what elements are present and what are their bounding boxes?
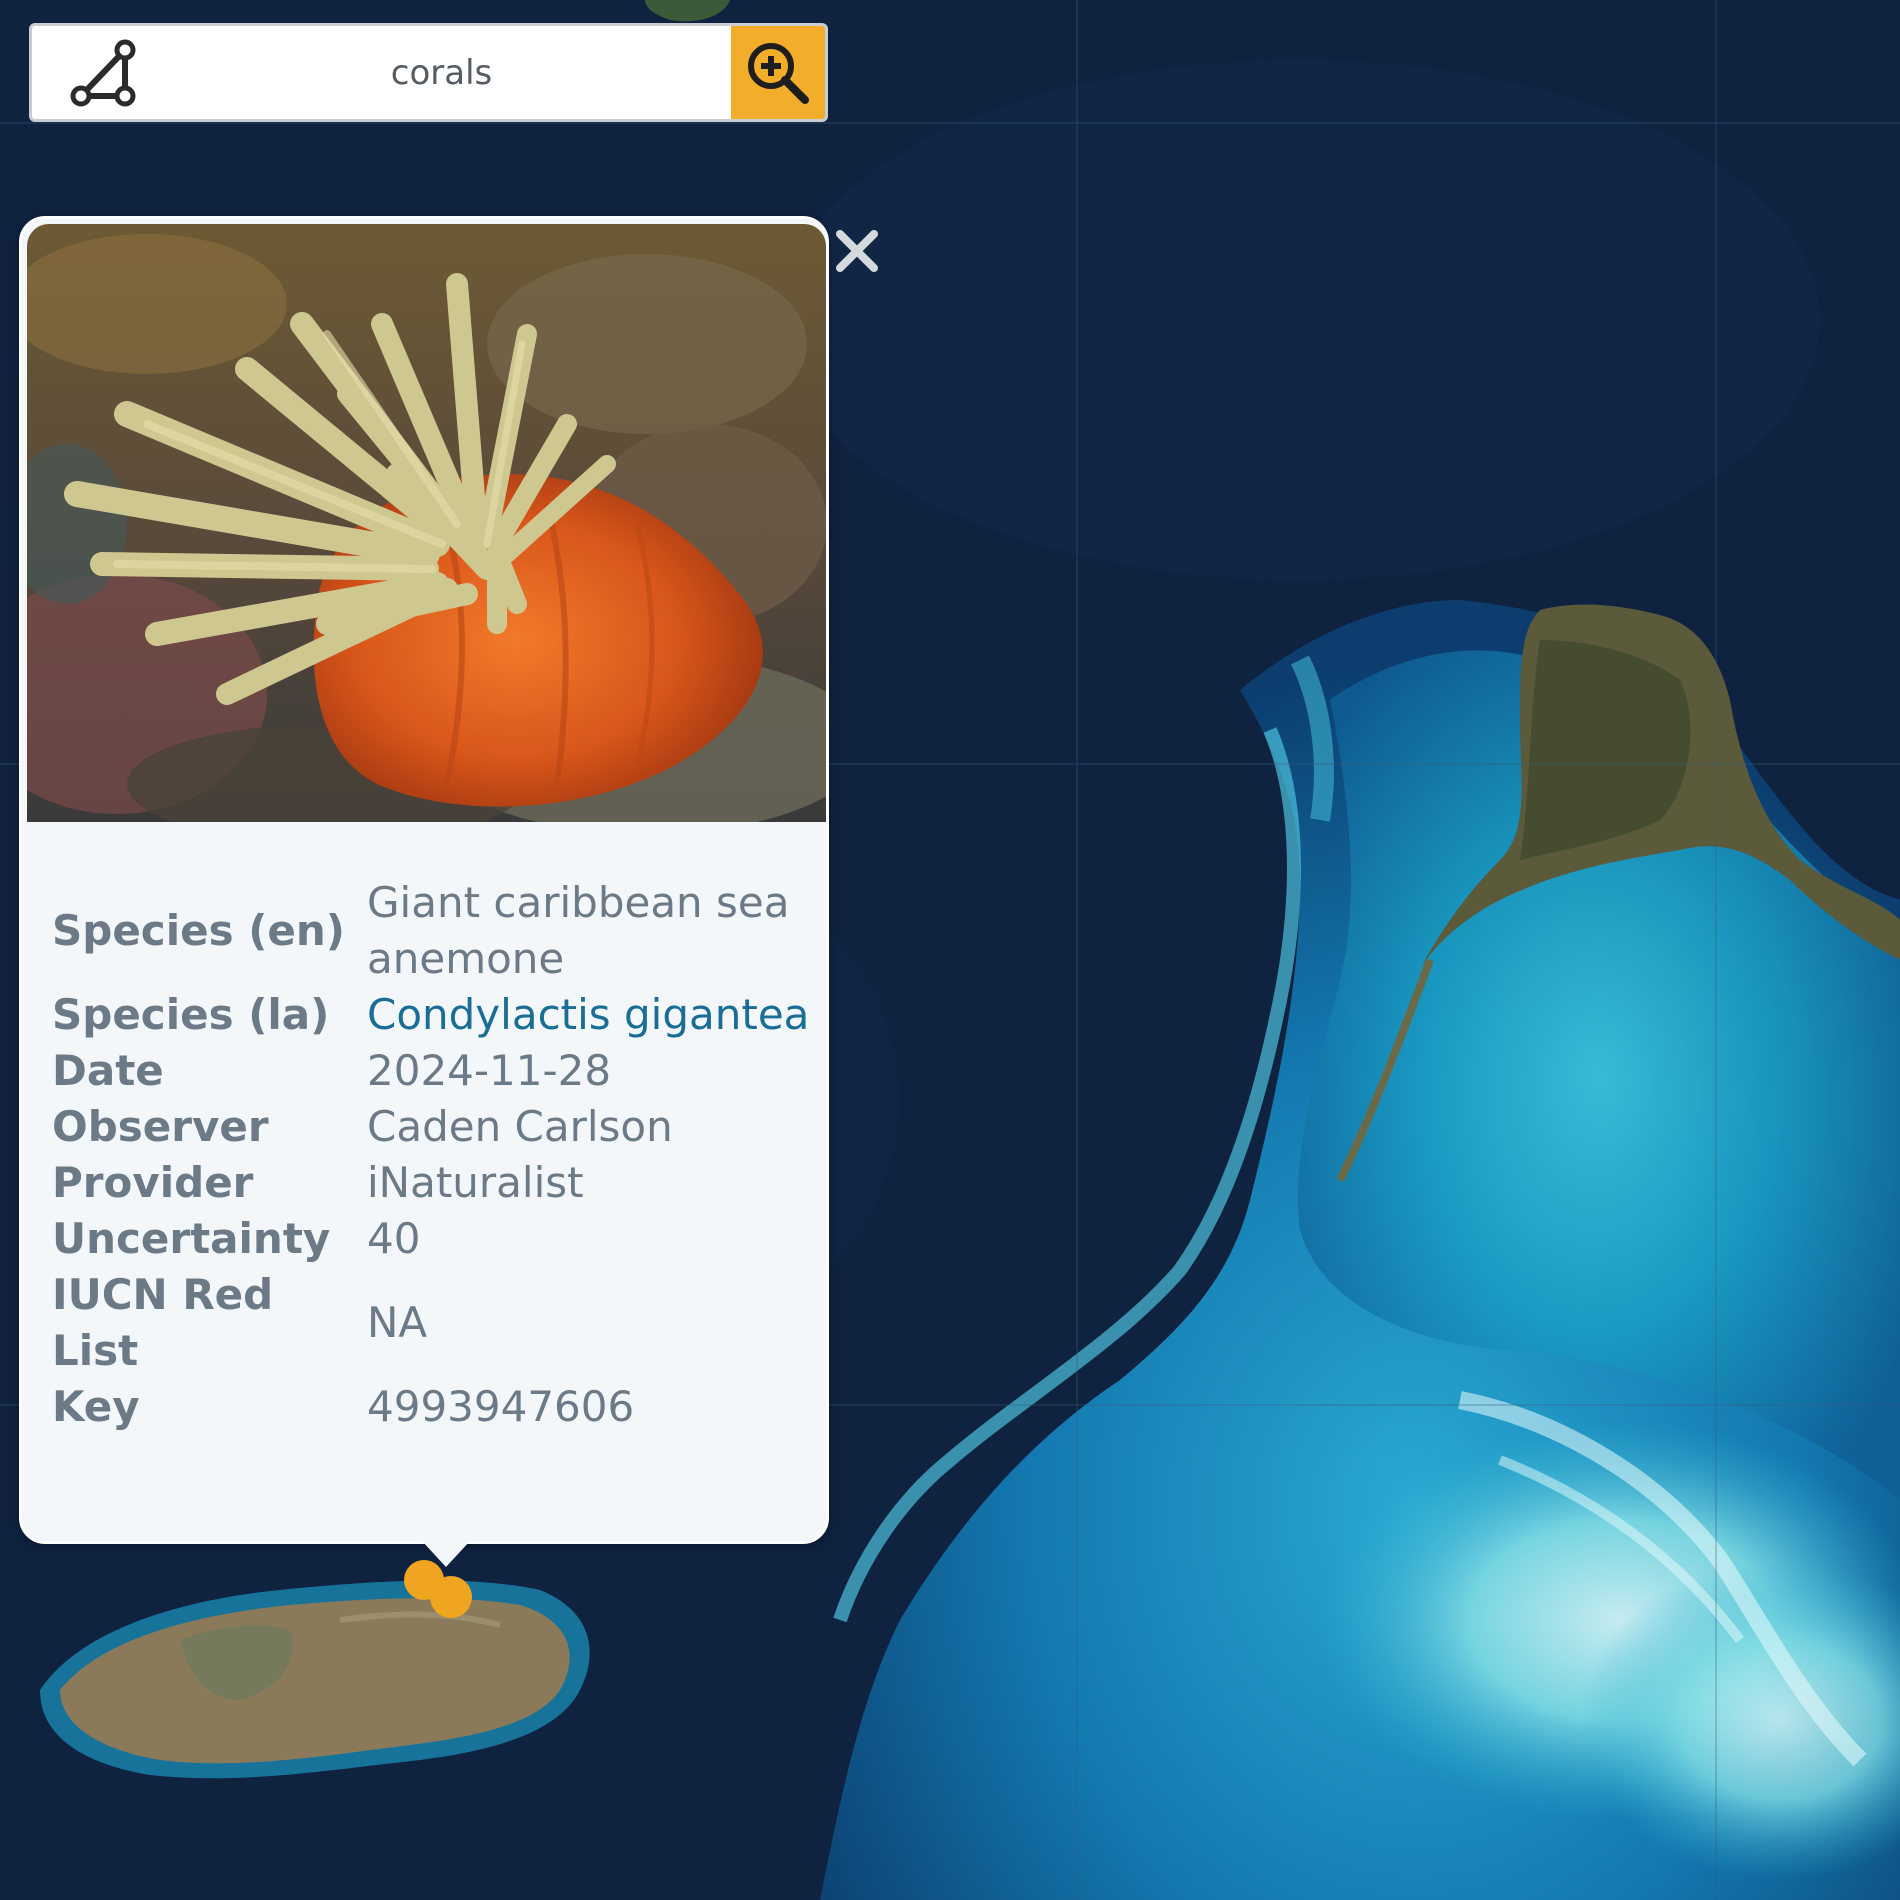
label-iucn: IUCN Red List [52,1270,274,1375]
close-popup-button[interactable] [832,226,882,276]
value-key: 4993947606 [367,1382,635,1431]
label-uncertainty: Uncertainty [52,1214,331,1263]
search-input[interactable] [172,26,731,119]
label-key: Key [52,1382,140,1431]
polygon-draw-icon [70,39,136,106]
row-iucn: IUCN Red List NA [52,1267,812,1379]
species-latin-link[interactable]: Condylactis gigantea [367,987,812,1043]
row-observer: Observer Caden Carlson [52,1099,812,1155]
row-species-en: Species (en) Giant caribbean sea anemone [52,875,812,987]
value-uncertainty: 40 [367,1214,421,1263]
search-button[interactable] [731,26,825,119]
observation-details: Species (en) Giant caribbean sea anemone… [52,875,812,1435]
row-uncertainty: Uncertainty 40 [52,1211,812,1267]
observation-marker[interactable] [430,1576,472,1618]
label-provider: Provider [52,1158,254,1207]
label-species-la: Species (la) [52,990,330,1039]
close-icon [836,230,878,272]
popup-pointer [422,1541,470,1567]
sea-anemone-photo [27,224,826,822]
zoom-in-search-icon [748,42,809,104]
label-date: Date [52,1046,164,1095]
row-key: Key 4993947606 [52,1379,812,1435]
row-date: Date 2024-11-28 [52,1043,812,1099]
observation-popup: Species (en) Giant caribbean sea anemone… [19,216,829,1567]
value-species-en: Giant caribbean sea anemone [367,878,790,983]
search-bar [29,23,828,122]
value-observer: Caden Carlson [367,1102,673,1151]
value-date: 2024-11-28 [367,1046,612,1095]
row-provider: Provider iNaturalist [52,1155,812,1211]
row-species-la: Species (la) Condylactis gigantea [52,987,812,1043]
label-species-en: Species (en) [52,906,345,955]
species-photo[interactable] [27,224,826,822]
label-observer: Observer [52,1102,269,1151]
value-provider: iNaturalist [367,1158,584,1207]
draw-polygon-button[interactable] [32,26,172,119]
value-iucn: NA [367,1298,428,1347]
